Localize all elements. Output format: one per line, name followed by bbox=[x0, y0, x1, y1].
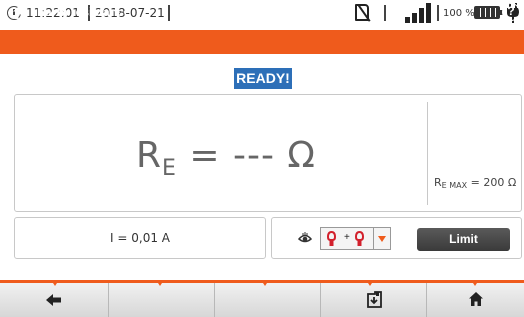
home-icon[interactable] bbox=[12, 4, 28, 20]
save-icon bbox=[367, 291, 382, 308]
result-value: = --- Ω bbox=[189, 135, 316, 176]
chevron-down-icon[interactable] bbox=[374, 227, 391, 250]
title-bar bbox=[0, 30, 524, 54]
home-icon bbox=[469, 292, 483, 306]
current-panel: I = 0,01 A bbox=[14, 217, 266, 259]
clamp-icon bbox=[355, 231, 364, 246]
limit-button[interactable]: Limit bbox=[417, 228, 510, 251]
limit-symbol: R bbox=[434, 176, 442, 189]
status-separator bbox=[384, 5, 386, 21]
result-symbol: R bbox=[136, 135, 163, 176]
back-arrow-icon bbox=[46, 294, 61, 306]
limit-value: = 200 Ω bbox=[470, 176, 517, 189]
back-button[interactable] bbox=[0, 283, 108, 317]
current-value: I = 0,01 A bbox=[110, 231, 170, 245]
home-button[interactable] bbox=[427, 283, 524, 317]
clamp-icon bbox=[327, 231, 336, 246]
toolbar-button-empty[interactable] bbox=[109, 283, 214, 317]
eye-icon[interactable] bbox=[298, 232, 312, 244]
result-subscript: E bbox=[162, 156, 177, 181]
status-separator bbox=[437, 5, 439, 21]
resistance-limit: RE MAX = 200 Ω bbox=[434, 176, 516, 190]
toolbar-button-empty[interactable] bbox=[215, 283, 320, 317]
battery-label: 100 % bbox=[443, 8, 475, 19]
limit-subscript: E MAX bbox=[441, 181, 468, 190]
resistance-result: RE = --- Ω bbox=[136, 135, 316, 181]
page-title: Earth resistance bbox=[37, 5, 131, 19]
clamp-plus: + bbox=[344, 232, 350, 243]
battery-icon bbox=[474, 6, 500, 19]
help-icon[interactable]: ? bbox=[502, 3, 520, 21]
save-button[interactable] bbox=[321, 283, 426, 317]
sd-card-off-icon bbox=[355, 4, 369, 21]
panel-divider bbox=[427, 102, 428, 205]
status-badge: READY! bbox=[234, 68, 292, 89]
status-separator bbox=[168, 5, 170, 21]
